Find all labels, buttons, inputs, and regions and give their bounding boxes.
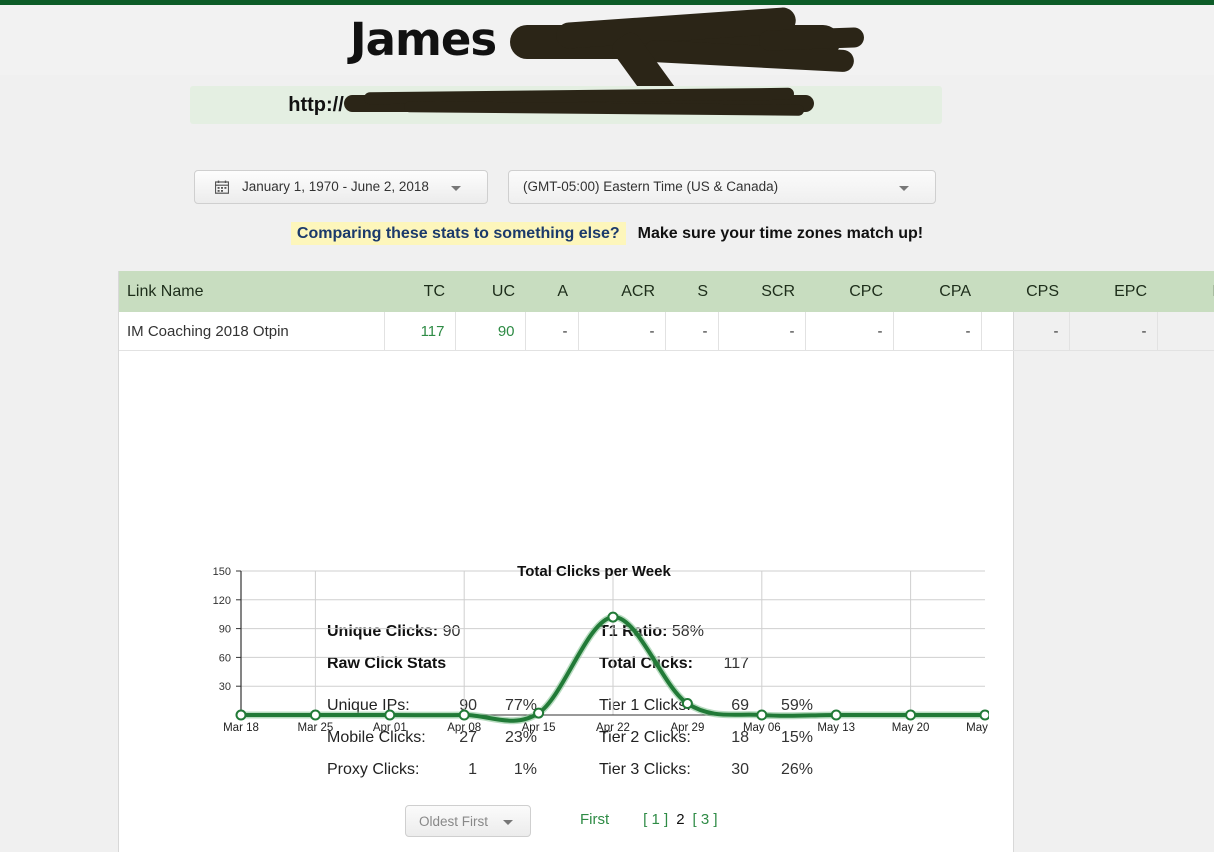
svg-text:May 06: May 06: [743, 722, 781, 734]
column-header-acr[interactable]: ACR: [578, 271, 665, 312]
svg-text:Apr 08: Apr 08: [447, 722, 481, 734]
raw-percent-proxy-clicks: 1%: [513, 761, 537, 778]
page-header: James: [0, 5, 1214, 112]
brand-name-text: James: [349, 13, 497, 66]
column-header-cpa[interactable]: CPA: [893, 271, 981, 312]
redacted-brand-block: [504, 6, 865, 112]
url-scheme-text: http://: [288, 94, 344, 116]
column-header-cpc[interactable]: CPC: [805, 271, 893, 312]
tier-count-3: 30: [731, 761, 749, 778]
pagination-first-link[interactable]: First: [580, 811, 609, 828]
chart-title: Total Clicks per Week: [517, 563, 671, 580]
svg-text:May 13: May 13: [817, 722, 855, 734]
cell-cpc: -: [805, 312, 894, 351]
raw-label-proxy-clicks: Proxy Clicks:: [327, 761, 420, 778]
tier-row-3: Tier 3 Clicks: 30 26%: [599, 761, 813, 793]
svg-text:90: 90: [219, 624, 231, 636]
cell-uc[interactable]: 90: [455, 312, 526, 351]
url-text: http://: [190, 87, 942, 117]
cell-acr: -: [578, 312, 666, 351]
svg-text:Apr 29: Apr 29: [670, 722, 704, 734]
chevron-down-icon: [899, 186, 909, 191]
svg-text:Mar 25: Mar 25: [298, 722, 334, 734]
column-header-a[interactable]: A: [525, 271, 578, 312]
table-header: Link Name TC UC A ACR S SCR CPC CPA CPS …: [119, 271, 1214, 312]
cell-link-name[interactable]: IM Coaching 2018 Otpin: [119, 312, 385, 351]
raw-row-proxy-clicks: Proxy Clicks: 1 1%: [327, 761, 537, 793]
svg-text:May 27: May 27: [966, 722, 989, 734]
svg-text:May 20: May 20: [892, 722, 930, 734]
column-header-cps[interactable]: CPS: [981, 271, 1069, 312]
cell-scr: -: [718, 312, 806, 351]
cell-a: -: [525, 312, 579, 351]
svg-text:Apr 15: Apr 15: [522, 722, 556, 734]
column-header-link-name[interactable]: Link Name: [119, 271, 384, 312]
pagination-page-2[interactable]: 2: [676, 811, 684, 828]
pagination-page-1[interactable]: [ 1 ]: [643, 811, 668, 828]
link-stats-table: Link Name TC UC A ACR S SCR CPC CPA CPS …: [119, 271, 1214, 351]
cell-s: -: [665, 312, 719, 351]
timezone-label: (GMT-05:00) Eastern Time (US & Canada): [523, 179, 779, 194]
pagination-page-3[interactable]: [ 3 ]: [693, 811, 718, 828]
chart-canvas: 306090120150Mar 18 Mar 25 Apr 01 Apr 08 Apr …: [213, 566, 1004, 734]
tier-label-3: Tier 3 Clicks:: [599, 761, 691, 778]
sort-order-label: Oldest First: [419, 814, 489, 829]
compare-stats-link[interactable]: Comparing these stats to something else?: [290, 222, 626, 245]
sort-order-select[interactable]: Oldest First: [405, 805, 531, 837]
svg-text:Apr 01: Apr 01: [373, 722, 407, 734]
redacted-url-block: [343, 87, 844, 116]
cell-tc[interactable]: 117: [384, 312, 456, 351]
cell-cpa: -: [893, 312, 982, 351]
pagination: First [ 1 ] 2 [ 3 ]: [580, 811, 718, 828]
svg-text:120: 120: [213, 595, 231, 607]
column-header-tc[interactable]: TC: [384, 271, 455, 312]
svg-text:60: 60: [219, 652, 231, 664]
calendar-icon: [214, 180, 230, 194]
table-body: IM Coaching 2018 Otpin 117 90 - - - - - …: [119, 312, 1214, 351]
chevron-down-icon: [503, 820, 513, 825]
svg-text:Apr 22: Apr 22: [596, 722, 630, 734]
cell-cps: -: [981, 312, 1070, 351]
table-header-row: Link Name TC UC A ACR S SCR CPC CPA CPS …: [119, 271, 1214, 312]
brand-title: James: [0, 6, 1214, 112]
column-header-epc[interactable]: EPC: [1069, 271, 1157, 312]
column-header-s[interactable]: S: [665, 271, 718, 312]
date-range-label: January 1, 1970 - June 2, 2018: [242, 179, 429, 194]
clicks-per-week-chart: Total Clicks per Week 30 60 90 120 150 Mar 18…: [199, 563, 1004, 763]
column-header-scr[interactable]: SCR: [718, 271, 805, 312]
cell-epc: -: [1069, 312, 1158, 351]
stats-panel: Link Name TC UC A ACR S SCR CPC CPA CPS …: [118, 271, 1214, 852]
cell-roi: -: [1157, 312, 1214, 351]
date-range-picker[interactable]: January 1, 1970 - June 2, 2018: [194, 170, 488, 204]
timezone-select[interactable]: (GMT-05:00) Eastern Time (US & Canada): [508, 170, 936, 204]
timezone-warning-text: Make sure your time zones match up!: [637, 225, 924, 242]
compare-banner: Comparing these stats to something else?…: [0, 222, 1214, 245]
tier-percent-3: 26%: [780, 761, 813, 778]
url-banner: http://: [190, 86, 942, 124]
table-row: IM Coaching 2018 Otpin 117 90 - - - - - …: [119, 312, 1214, 351]
svg-text:30: 30: [219, 681, 231, 693]
column-header-uc[interactable]: UC: [455, 271, 525, 312]
chevron-down-icon: [451, 186, 461, 191]
raw-count-proxy-clicks: 1: [468, 761, 477, 778]
column-header-roi[interactable]: ROI: [1157, 271, 1214, 312]
svg-text:Mar 18: Mar 18: [223, 722, 259, 734]
